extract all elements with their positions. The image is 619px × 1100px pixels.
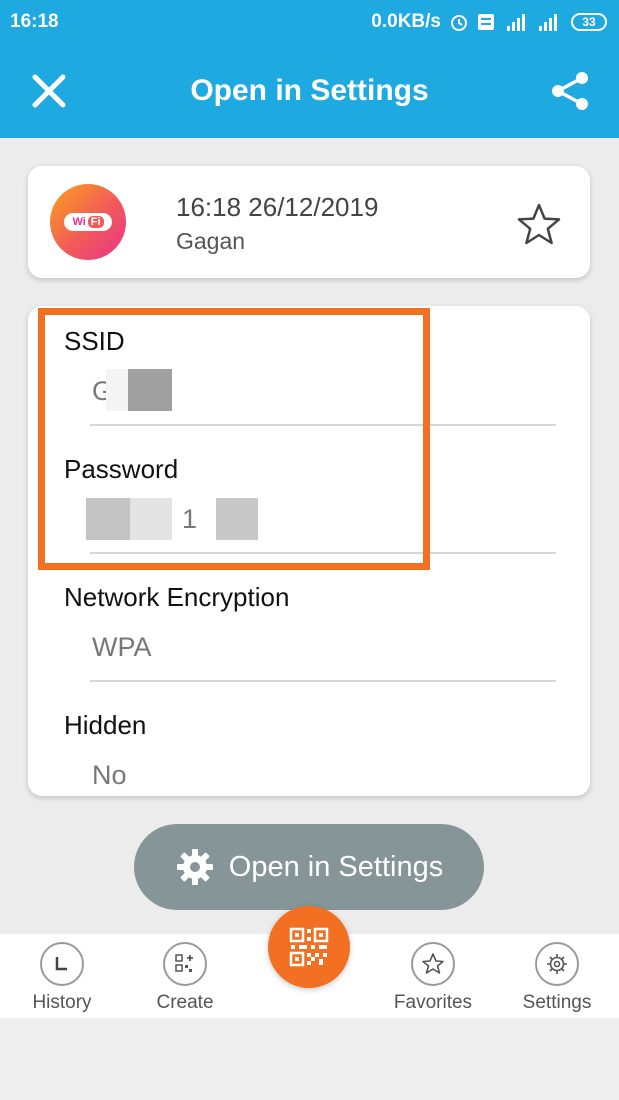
signal-4g-icon — [507, 14, 525, 31]
scan-datetime: 16:18 26/12/2019 — [176, 192, 379, 222]
hidden-value: No — [92, 760, 127, 790]
nav-settings-label: Settings — [522, 992, 592, 1013]
wifi-logo-fi: Fi — [87, 216, 104, 228]
gear-icon — [535, 942, 579, 986]
scan-name: Gagan — [176, 228, 246, 254]
encryption-value: WPA — [92, 632, 152, 662]
nav-history-label: History — [32, 992, 92, 1013]
wifi-logo-icon: Wi Fi — [50, 184, 126, 260]
nav-favorites[interactable]: Favorites — [378, 942, 488, 1014]
qr-scan-icon — [289, 927, 329, 967]
share-icon[interactable] — [549, 70, 591, 112]
bottom-padding — [0, 1018, 619, 1100]
page-title: Open in Settings — [190, 74, 429, 107]
star-icon[interactable] — [516, 202, 562, 246]
open-in-settings-label: Open in Settings — [228, 850, 444, 883]
network-speed: 0.0KB/s — [371, 11, 441, 32]
nav-settings[interactable]: Settings — [502, 942, 612, 1014]
nav-create[interactable]: Create — [130, 942, 240, 1014]
qr-add-icon — [163, 942, 207, 986]
signal-icon — [539, 14, 557, 31]
app-bar: Open in Settings — [0, 44, 619, 138]
nav-create-label: Create — [156, 992, 214, 1013]
status-bar: 16:18 0.0KB/s 33 — [0, 0, 619, 44]
status-right: 0.0KB/s 33 — [371, 11, 607, 33]
gear-icon — [176, 849, 213, 885]
highlight-box — [38, 308, 430, 570]
star-icon — [411, 942, 455, 986]
battery-icon: 33 — [571, 13, 607, 31]
hidden-label: Hidden — [64, 710, 147, 740]
volte-icon — [478, 14, 494, 30]
nav-history[interactable]: History — [7, 942, 117, 1014]
wifi-logo-text: Wi Fi — [64, 213, 112, 231]
encryption-label: Network Encryption — [64, 582, 290, 612]
clock-icon — [40, 942, 84, 986]
divider — [90, 680, 556, 682]
status-time: 16:18 — [10, 11, 59, 32]
history-item-card: Wi Fi 16:18 26/12/2019 Gagan — [28, 166, 590, 278]
alarm-icon — [451, 15, 467, 31]
open-in-settings-button[interactable]: Open in Settings — [134, 824, 484, 910]
scan-button[interactable] — [268, 906, 350, 988]
nav-favorites-label: Favorites — [393, 992, 473, 1013]
wifi-logo-wi: Wi — [72, 216, 86, 228]
